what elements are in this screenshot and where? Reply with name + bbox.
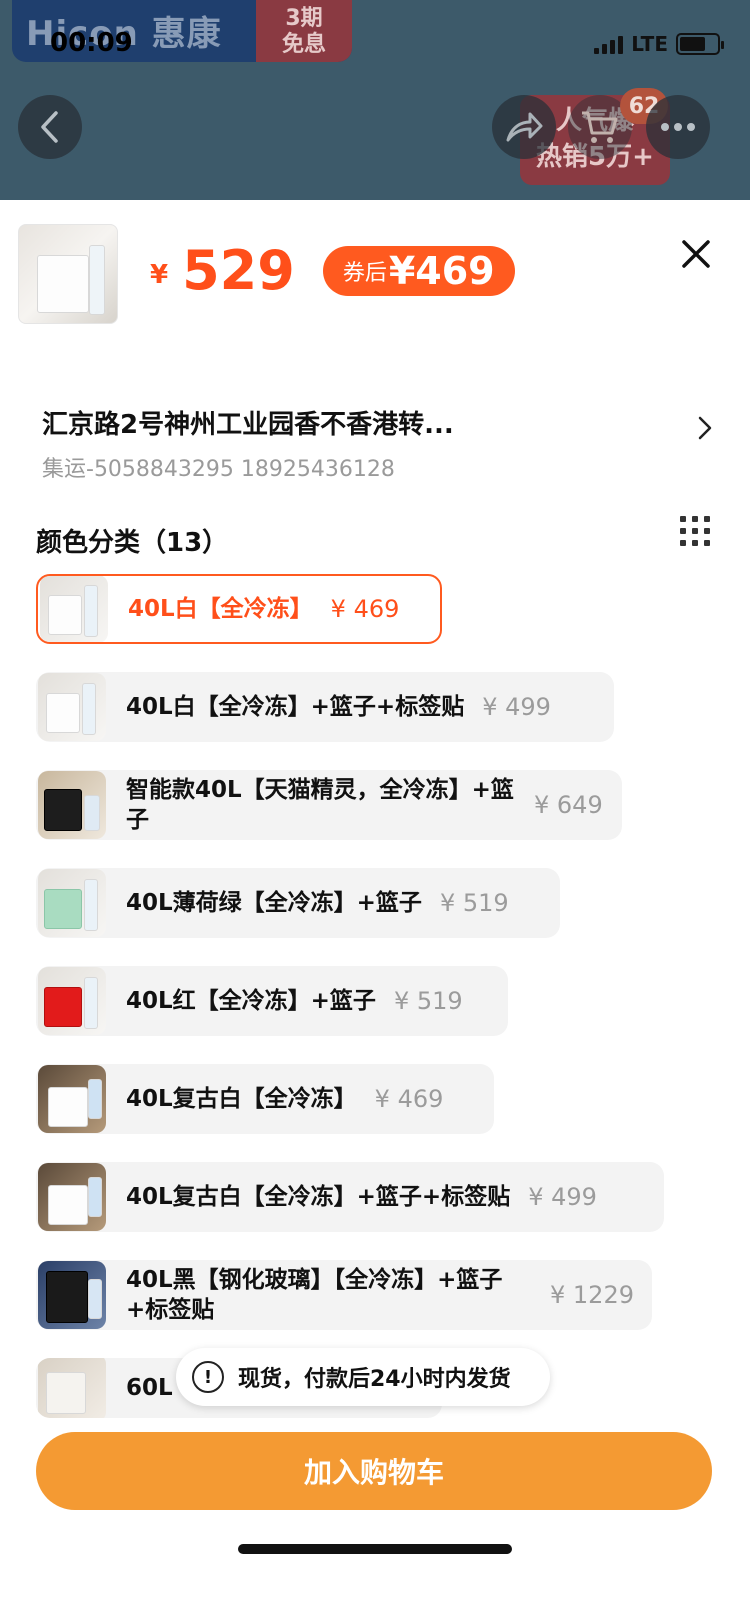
share-icon: [506, 112, 543, 142]
option-price: ¥ 469: [330, 595, 400, 623]
sku-selector-sheet: ¥ 529 券后 ¥469 汇京路2号神州工业园香不香港转... 集运-5058…: [0, 200, 750, 1624]
cart-icon: [582, 111, 618, 143]
chevron-right-icon[interactable]: [696, 414, 714, 442]
option-image: [40, 576, 108, 642]
option-price: ¥ 499: [528, 1183, 597, 1211]
coupon-price: ¥469: [388, 249, 495, 293]
status-time: 00:09: [50, 28, 133, 58]
option-item[interactable]: 智能款40L【天猫精灵，全冷冻】+篮子 ¥ 649: [36, 770, 622, 840]
option-item[interactable]: 40L薄荷绿【全冷冻】+篮子 ¥ 519: [36, 868, 560, 938]
chevron-left-icon: [41, 111, 58, 143]
more-icon: [661, 123, 695, 131]
more-button[interactable]: [646, 95, 710, 159]
currency-symbol: ¥: [150, 260, 169, 290]
option-image: [38, 771, 106, 839]
option-image: [38, 1163, 106, 1231]
address-line: 汇京路2号神州工业园香不香港转...: [42, 410, 454, 440]
option-item[interactable]: 40L复古白【全冷冻】+篮子+标签贴 ¥ 499: [36, 1162, 664, 1232]
coupon-label: 券后: [342, 261, 387, 286]
option-image: [38, 967, 106, 1035]
price-row: ¥ 529 券后 ¥469: [150, 244, 515, 298]
address-contact: 集运-5058843295 18925436128: [42, 457, 395, 482]
close-icon[interactable]: [678, 236, 714, 272]
add-to-cart-button[interactable]: 加入购物车: [36, 1432, 712, 1510]
option-item[interactable]: 40L复古白【全冷冻】 ¥ 469: [36, 1064, 494, 1134]
network-label: LTE: [631, 32, 668, 56]
option-price: ¥ 519: [439, 889, 509, 917]
share-button[interactable]: [492, 95, 556, 159]
home-indicator: [238, 1544, 512, 1554]
option-image: [38, 1065, 106, 1133]
option-label: 智能款40L【天猫精灵，全冷冻】+篮子: [126, 777, 514, 833]
status-icons: LTE: [594, 32, 724, 56]
grid-view-icon[interactable]: [680, 516, 710, 546]
option-label: 60L: [126, 1375, 173, 1401]
option-price: ¥ 499: [482, 693, 551, 721]
exclamation-icon: !: [192, 1361, 224, 1393]
option-image: [38, 1358, 106, 1418]
color-section-title: 颜色分类（13）: [36, 528, 229, 558]
back-button[interactable]: [18, 95, 82, 159]
battery-icon: [676, 33, 724, 55]
option-image: [38, 1261, 106, 1329]
option-price: ¥ 1229: [550, 1281, 634, 1309]
option-item[interactable]: 40L黑【钢化玻璃】【全冷冻】+篮子+标签贴 ¥ 1229: [36, 1260, 652, 1330]
product-price: 529: [182, 239, 295, 302]
option-label: 40L白【全冷冻】+篮子+标签贴: [126, 694, 465, 720]
shipping-address[interactable]: 汇京路2号神州工业园香不香港转... 集运-5058843295 1892543…: [42, 404, 682, 483]
signal-icon: [594, 34, 624, 54]
option-image: [38, 869, 106, 937]
option-item[interactable]: 40L白【全冷冻】+篮子+标签贴 ¥ 499: [36, 672, 614, 742]
option-image: [38, 673, 106, 741]
option-label: 40L薄荷绿【全冷冻】+篮子: [126, 890, 422, 916]
option-price: ¥ 519: [393, 987, 463, 1015]
installment-badge: 3期 免息: [256, 0, 352, 62]
option-label: 40L红【全冷冻】+篮子: [126, 988, 376, 1014]
option-label: 40L复古白【全冷冻】: [126, 1086, 357, 1112]
option-label: 40L白【全冷冻】: [128, 596, 313, 622]
option-item[interactable]: 40L红【全冷冻】+篮子 ¥ 519: [36, 966, 508, 1036]
coupon-price-badge: 券后 ¥469: [322, 246, 515, 296]
option-price: ¥ 649: [534, 791, 603, 819]
option-item[interactable]: 40L白【全冷冻】 ¥ 469: [36, 574, 442, 644]
product-thumbnail[interactable]: [18, 224, 118, 324]
option-label: 40L黑【钢化玻璃】【全冷冻】+篮子+标签贴: [126, 1267, 503, 1323]
stock-toast: ! 现货，付款后24小时内发货: [176, 1348, 550, 1406]
toast-text: 现货，付款后24小时内发货: [238, 1367, 511, 1392]
option-price: ¥ 469: [374, 1085, 444, 1113]
option-label: 40L复古白【全冷冻】+篮子+标签贴: [126, 1184, 511, 1210]
